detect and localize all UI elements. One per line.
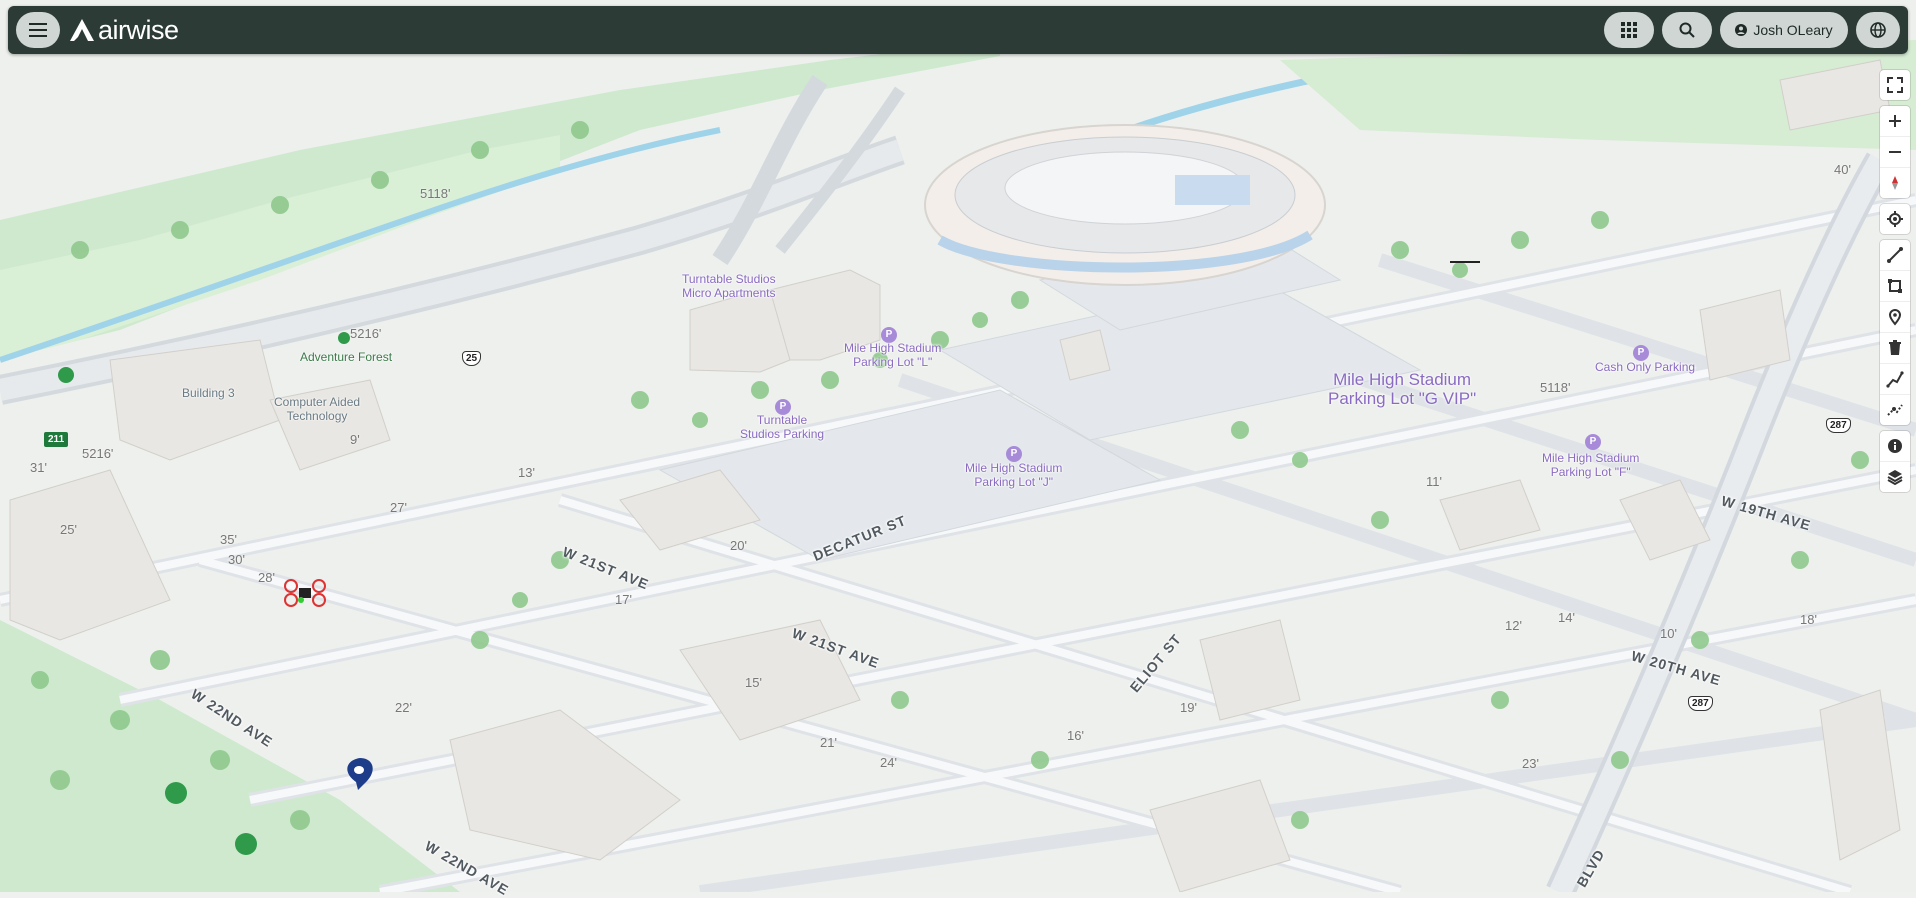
top-app-bar: airwise Josh OLeary bbox=[8, 6, 1908, 54]
zoom-out-button[interactable] bbox=[1880, 137, 1910, 168]
poi-parking-lot-g-vip[interactable]: Mile High Stadium Parking Lot "G VIP" bbox=[1328, 370, 1476, 408]
user-name: Josh OLeary bbox=[1753, 22, 1833, 38]
us-route-shield: 287 bbox=[1688, 696, 1713, 711]
route-shield: 211 bbox=[44, 432, 69, 447]
height-label: 5216' bbox=[350, 326, 382, 341]
map-base-layer bbox=[0, 0, 1916, 892]
info-icon bbox=[1888, 439, 1902, 453]
delete-button[interactable] bbox=[1880, 333, 1910, 364]
height-label: 13' bbox=[518, 465, 535, 480]
height-label: 21' bbox=[820, 735, 837, 750]
fullscreen-button[interactable] bbox=[1880, 70, 1910, 100]
height-label: 23' bbox=[1522, 756, 1539, 771]
area-adventure-forest: Adventure Forest bbox=[300, 350, 393, 364]
place-marker-icon bbox=[1888, 309, 1902, 326]
height-label: 24' bbox=[880, 755, 897, 770]
draw-path-icon bbox=[1886, 371, 1904, 388]
menu-button[interactable] bbox=[16, 12, 60, 48]
info-button[interactable] bbox=[1880, 431, 1910, 462]
elevation-label: 5118' bbox=[1540, 380, 1571, 395]
edit-path-button[interactable] bbox=[1880, 395, 1910, 425]
poi-turntable-apartments[interactable]: Turntable Studios Micro Apartments bbox=[682, 272, 776, 300]
height-label: 28' bbox=[258, 570, 275, 585]
hamburger-menu-icon bbox=[29, 23, 47, 37]
area-computer-aided-technology: Computer Aided Technology bbox=[274, 395, 361, 423]
place-marker-button[interactable] bbox=[1880, 302, 1910, 333]
height-label: 22' bbox=[395, 700, 412, 715]
parking-icon: P bbox=[1006, 443, 1022, 462]
parking-icon: P bbox=[881, 324, 897, 343]
height-label: 35' bbox=[220, 532, 237, 547]
user-icon bbox=[1735, 24, 1748, 36]
brand-name: airwise bbox=[98, 14, 179, 45]
delete-icon bbox=[1889, 340, 1901, 355]
height-label: 5118' bbox=[420, 186, 451, 201]
compass-icon bbox=[1892, 176, 1898, 190]
grid-apps-icon bbox=[1621, 22, 1637, 38]
measure-area-button[interactable] bbox=[1880, 271, 1910, 302]
height-label: 31' bbox=[30, 460, 47, 475]
area-building-3: Building 3 bbox=[182, 386, 235, 400]
airwise-logo[interactable]: airwise bbox=[70, 15, 179, 45]
globe-icon bbox=[1870, 22, 1886, 38]
apps-button[interactable] bbox=[1604, 12, 1654, 48]
map-toolbar bbox=[1880, 70, 1910, 498]
map-canvas[interactable]: W 21ST AVE W 21ST AVE W 22ND AVE W 22ND … bbox=[0, 0, 1916, 898]
height-label: 16' bbox=[1067, 728, 1084, 743]
height-label: 9' bbox=[350, 432, 360, 447]
height-label: 40' bbox=[1834, 162, 1851, 177]
poi-parking-lot-j[interactable]: Mile High Stadium Parking Lot "J" bbox=[965, 461, 1062, 489]
elevation-label: 5216' bbox=[82, 446, 114, 461]
fullscreen-icon bbox=[1887, 77, 1903, 93]
measure-area-icon bbox=[1888, 279, 1902, 293]
language-button[interactable] bbox=[1856, 12, 1900, 48]
parking-icon: P bbox=[1585, 431, 1601, 450]
us-route-shield: 287 bbox=[1826, 418, 1851, 433]
height-label: 25' bbox=[60, 522, 77, 537]
search-button[interactable] bbox=[1662, 12, 1712, 48]
layers-icon bbox=[1887, 470, 1903, 486]
measure-line-button[interactable] bbox=[1880, 240, 1910, 271]
height-label: 19' bbox=[1180, 700, 1197, 715]
poi-turntable-parking[interactable]: Turntable Studios Parking bbox=[740, 413, 824, 441]
height-label: 12' bbox=[1505, 618, 1522, 633]
height-label: 14' bbox=[1558, 610, 1575, 625]
locate-icon bbox=[1887, 211, 1903, 227]
draw-path-button[interactable] bbox=[1880, 364, 1910, 395]
compass-button[interactable] bbox=[1880, 168, 1910, 198]
zoom-in-icon bbox=[1889, 115, 1901, 127]
height-label: 30' bbox=[228, 552, 245, 567]
height-label: 18' bbox=[1800, 612, 1817, 627]
locate-button[interactable] bbox=[1880, 204, 1910, 234]
edit-path-icon bbox=[1887, 404, 1903, 416]
user-account-button[interactable]: Josh OLeary bbox=[1720, 12, 1848, 48]
poi-parking-lot-f[interactable]: Mile High Stadium Parking Lot "F" bbox=[1542, 451, 1639, 479]
airwise-logo-icon bbox=[70, 19, 94, 41]
poi-cash-only-parking[interactable]: Cash Only Parking bbox=[1595, 360, 1695, 374]
height-label: 17' bbox=[615, 592, 632, 607]
parking-icon: P bbox=[1633, 342, 1649, 361]
search-icon bbox=[1679, 22, 1695, 38]
zoom-in-button[interactable] bbox=[1880, 106, 1910, 137]
height-label: 27' bbox=[390, 500, 407, 515]
height-label: 15' bbox=[745, 675, 762, 690]
zoom-out-icon bbox=[1889, 151, 1901, 153]
height-label: 20' bbox=[730, 538, 747, 553]
poi-parking-lot-l[interactable]: Mile High Stadium Parking Lot "L" bbox=[844, 341, 941, 369]
height-label: 10' bbox=[1660, 626, 1677, 641]
height-label: 11' bbox=[1426, 474, 1442, 489]
parking-icon: P bbox=[775, 396, 791, 415]
layers-button[interactable] bbox=[1880, 462, 1910, 492]
measure-line-icon bbox=[1887, 247, 1903, 263]
